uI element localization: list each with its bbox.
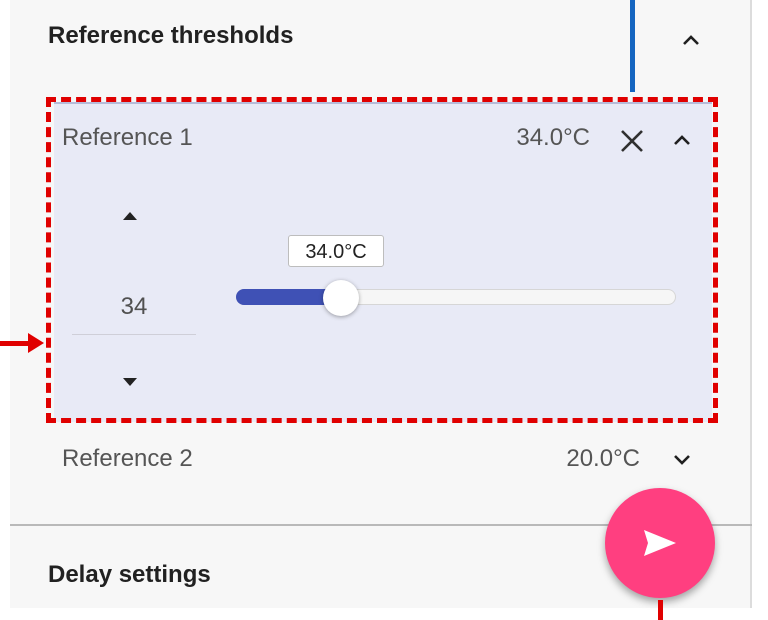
reference-2-expand-button[interactable] <box>668 446 696 474</box>
slider-thumb[interactable] <box>322 280 359 316</box>
slider-value-tooltip: 34.0°C <box>288 235 384 267</box>
panel-bottom-gap <box>0 608 768 620</box>
section-title: Reference thresholds <box>48 22 294 49</box>
remove-reference-button[interactable] <box>614 124 650 158</box>
red-annotation-arrow-left <box>0 341 28 346</box>
send-icon <box>644 530 676 556</box>
reference-2-label: Reference 2 <box>62 445 193 472</box>
reference-1-label: Reference 1 <box>62 124 193 151</box>
chevron-up-icon <box>683 35 699 45</box>
chevron-down-icon <box>674 455 690 465</box>
reference-1-value: 34.0°C <box>516 124 590 151</box>
stepper-decrement-button[interactable] <box>118 372 142 392</box>
stepper-increment-button[interactable] <box>118 206 142 226</box>
triangle-down-icon <box>123 378 137 386</box>
red-annotation-arrowhead <box>28 333 44 353</box>
blue-annotation-arrow <box>630 0 635 92</box>
triangle-up-icon <box>123 212 137 220</box>
section-collapse-button[interactable] <box>678 27 704 53</box>
chevron-up-icon <box>674 135 690 145</box>
reference-2-value: 20.0°C <box>566 445 640 472</box>
close-icon <box>621 130 643 152</box>
send-fab-button[interactable] <box>605 488 715 598</box>
reference-1-stepper-input[interactable]: 34 <box>72 287 196 335</box>
red-annotation-arrow-bottom <box>658 600 663 620</box>
reference-1-collapse-button[interactable] <box>668 126 696 154</box>
delay-settings-title[interactable]: Delay settings <box>48 561 211 589</box>
